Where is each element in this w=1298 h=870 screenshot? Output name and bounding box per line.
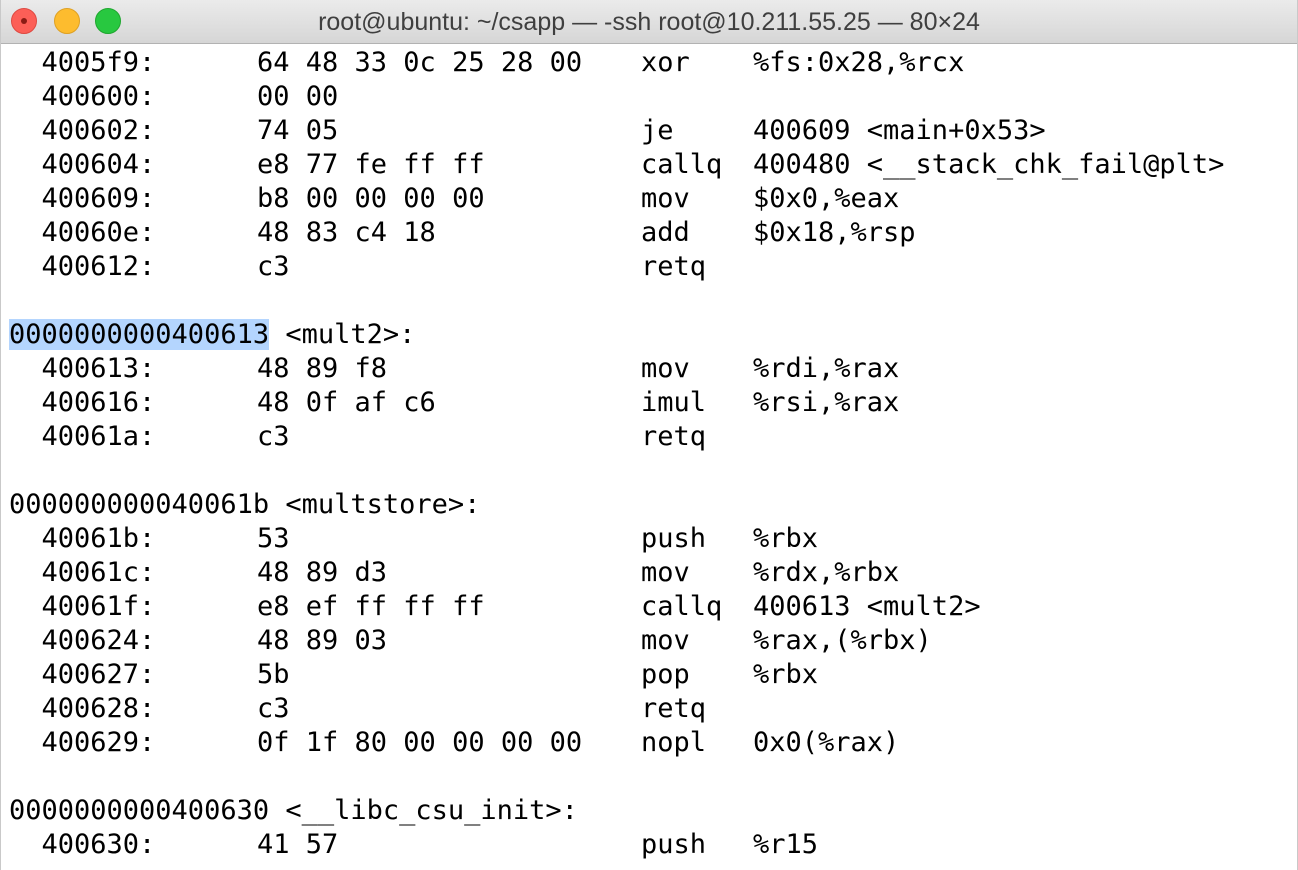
instruction-operands: %rbx bbox=[753, 523, 819, 554]
instruction-address: 400624: bbox=[9, 625, 156, 656]
disasm-line: 400629: 0f 1f 80 00 00 00 00 nopl 0x0(%rax) bbox=[9, 726, 1224, 760]
instruction-address: 40061f: bbox=[9, 591, 156, 622]
disasm-line: 400628: c3 retq bbox=[9, 692, 1224, 726]
terminal-output[interactable]: 4005f9: 64 48 33 0c 25 28 00 xor %fs:0x28,%… bbox=[9, 46, 1224, 862]
instruction-bytes: 48 89 03 bbox=[257, 625, 388, 656]
instruction-address: 40061a: bbox=[9, 421, 156, 452]
instruction-bytes: e8 77 fe ff ff bbox=[257, 149, 485, 180]
instruction-address: 400629: bbox=[9, 727, 156, 758]
instruction-mnemonic: callq bbox=[641, 149, 723, 180]
instruction-bytes: 0f 1f 80 00 00 00 00 bbox=[257, 727, 583, 758]
function-label: <mult2>: bbox=[269, 319, 416, 350]
instruction-operands: $0x0,%eax bbox=[753, 183, 900, 214]
instruction-address: 400602: bbox=[9, 115, 156, 146]
instruction-bytes: 48 0f af c6 bbox=[257, 387, 436, 418]
instruction-mnemonic: je bbox=[641, 115, 674, 146]
function-label-line: 000000000040061b <multstore>: bbox=[9, 488, 1224, 522]
disasm-line: 4005f9: 64 48 33 0c 25 28 00 xor %fs:0x28,%… bbox=[9, 46, 1224, 80]
disasm-line: 400602: 74 05 je 400609 <main+0x53> bbox=[9, 114, 1224, 148]
instruction-bytes: 48 89 f8 bbox=[257, 353, 388, 384]
instruction-bytes: e8 ef ff ff ff bbox=[257, 591, 485, 622]
function-label: 000000000040061b <multstore>: bbox=[9, 489, 481, 520]
instruction-address: 40060e: bbox=[9, 217, 156, 248]
instruction-address: 400627: bbox=[9, 659, 156, 690]
selected-text[interactable]: 0000000000400613 bbox=[9, 319, 270, 350]
instruction-mnemonic: mov bbox=[641, 353, 690, 384]
instruction-bytes: c3 bbox=[257, 693, 290, 724]
disasm-line: 400616: 48 0f af c6 imul %rsi,%rax bbox=[9, 386, 1224, 420]
terminal-window: root@ubuntu: ~/csapp — -ssh root@10.211.… bbox=[0, 0, 1298, 870]
instruction-bytes: 53 bbox=[257, 523, 290, 554]
disasm-line: 400624: 48 89 03 mov %rax,(%rbx) bbox=[9, 624, 1224, 658]
instruction-bytes: c3 bbox=[257, 251, 290, 282]
instruction-address: 400613: bbox=[9, 353, 156, 384]
disasm-line: 400604: e8 77 fe ff ff callq 400480 <__stac… bbox=[9, 148, 1225, 182]
disasm-line: 400613: 48 89 f8 mov %rdi,%rax bbox=[9, 352, 1224, 386]
instruction-bytes: 5b bbox=[257, 659, 290, 690]
instruction-mnemonic: mov bbox=[641, 625, 690, 656]
instruction-mnemonic: push bbox=[641, 829, 707, 860]
disasm-line: 400609: b8 00 00 00 00 mov $0x0,%eax bbox=[9, 182, 1224, 216]
function-label: 0000000000400630 <__libc_csu_init>: bbox=[9, 795, 578, 826]
disasm-line: 400627: 5b pop %rbx bbox=[9, 658, 1224, 692]
instruction-address: 400612: bbox=[9, 251, 156, 282]
instruction-bytes: 00 00 bbox=[257, 81, 339, 112]
instruction-mnemonic: xor bbox=[641, 47, 690, 78]
instruction-bytes: b8 00 00 00 00 bbox=[257, 183, 485, 214]
instruction-operands: 400609 <main+0x53> bbox=[753, 115, 1046, 146]
instruction-operands: %rbx bbox=[753, 659, 819, 690]
disasm-line: 40060e: 48 83 c4 18 add $0x18,%rsp bbox=[9, 216, 1224, 250]
disasm-line: 400612: c3 retq bbox=[9, 250, 1224, 284]
instruction-bytes: 64 48 33 0c 25 28 00 bbox=[257, 47, 583, 78]
instruction-mnemonic: retq bbox=[641, 421, 707, 452]
instruction-mnemonic: retq bbox=[641, 693, 707, 724]
instruction-address: 400630: bbox=[9, 829, 156, 860]
function-label-line: 0000000000400630 <__libc_csu_init>: bbox=[9, 794, 1224, 828]
instruction-operands: %rdx,%rbx bbox=[753, 557, 900, 588]
instruction-operands: 0x0(%rax) bbox=[753, 727, 900, 758]
instruction-operands: %fs:0x28,%rcx bbox=[753, 47, 965, 78]
instruction-address: 400616: bbox=[9, 387, 156, 418]
instruction-address: 4005f9: bbox=[9, 47, 156, 78]
instruction-operands: %rdi,%rax bbox=[753, 353, 900, 384]
instruction-address: 400609: bbox=[9, 183, 156, 214]
disasm-line: 40061b: 53 push %rbx bbox=[9, 522, 1224, 556]
window-title: root@ubuntu: ~/csapp — -ssh root@10.211.… bbox=[318, 8, 980, 36]
disasm-line: 40061f: e8 ef ff ff ff callq 400613 <mult2> bbox=[9, 590, 1224, 624]
instruction-bytes: c3 bbox=[257, 421, 290, 452]
instruction-mnemonic: pop bbox=[641, 659, 690, 690]
instruction-address: 400604: bbox=[9, 149, 156, 180]
instruction-operands: %rsi,%rax bbox=[753, 387, 900, 418]
instruction-operands: 400613 <mult2> bbox=[753, 591, 981, 622]
instruction-operands: %rax,(%rbx) bbox=[753, 625, 932, 656]
instruction-address: 40061c: bbox=[9, 557, 156, 588]
title-bar[interactable]: root@ubuntu: ~/csapp — -ssh root@10.211.… bbox=[1, 0, 1297, 44]
instruction-mnemonic: add bbox=[641, 217, 690, 248]
instruction-mnemonic: push bbox=[641, 523, 707, 554]
instruction-mnemonic: retq bbox=[641, 251, 707, 282]
instruction-mnemonic: nopl bbox=[641, 727, 707, 758]
instruction-address: 400600: bbox=[9, 81, 156, 112]
instruction-bytes: 41 57 bbox=[257, 829, 339, 860]
instruction-bytes: 74 05 bbox=[257, 115, 339, 146]
instruction-bytes: 48 83 c4 18 bbox=[257, 217, 436, 248]
instruction-mnemonic: callq bbox=[641, 591, 723, 622]
disasm-line: 40061a: c3 retq bbox=[9, 420, 1224, 454]
function-label-line: 0000000000400613 <mult2>: bbox=[9, 318, 1224, 352]
instruction-address: 400628: bbox=[9, 693, 156, 724]
disasm-line: 40061c: 48 89 d3 mov %rdx,%rbx bbox=[9, 556, 1224, 590]
instruction-mnemonic: mov bbox=[641, 557, 690, 588]
instruction-bytes: 48 89 d3 bbox=[257, 557, 388, 588]
instruction-operands: 400480 <__stack_chk_fail@plt> bbox=[753, 149, 1225, 180]
instruction-mnemonic: mov bbox=[641, 183, 690, 214]
instruction-operands: $0x18,%rsp bbox=[753, 217, 916, 248]
instruction-mnemonic: imul bbox=[641, 387, 707, 418]
disasm-line: 400600: 00 00 bbox=[9, 80, 1224, 114]
instruction-operands: %r15 bbox=[753, 829, 819, 860]
disasm-line: 400630: 41 57 push %r15 bbox=[9, 828, 1224, 862]
instruction-address: 40061b: bbox=[9, 523, 156, 554]
